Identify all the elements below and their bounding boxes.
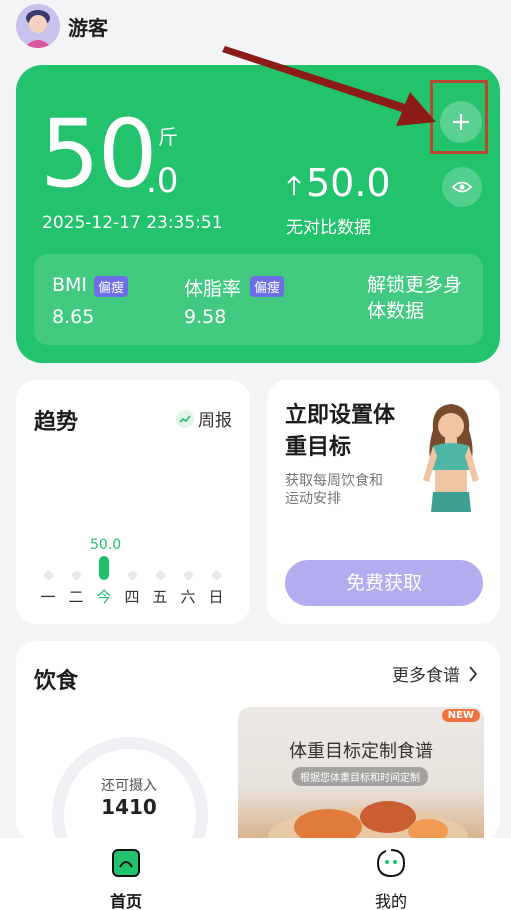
fitness-woman-illustration	[423, 404, 479, 512]
body-fat-label: 体脂率	[184, 278, 242, 300]
day-label: 五	[152, 588, 168, 606]
diet-card[interactable]: 饮食 更多食谱 还可摄入 1410 NEW 体重目标定制食谱 根据您体重目标和时…	[16, 641, 500, 893]
day-dot	[72, 571, 81, 580]
food-plate-illustration	[268, 801, 468, 841]
new-badge: NEW	[441, 709, 480, 722]
day-label: 二	[68, 588, 84, 606]
annotation-arrow	[222, 46, 436, 126]
day-label: 六	[180, 588, 196, 606]
custom-recipe-banner[interactable]: NEW 体重目标定制食谱 根据您体重目标和时间定制	[238, 707, 484, 841]
home-gauge-icon	[112, 849, 140, 877]
gauge-value: 1410	[101, 795, 157, 819]
goal-title: 立即设置体重目标	[285, 403, 396, 460]
nav-me[interactable]: 我的	[351, 848, 431, 910]
trend-card[interactable]: 趋势 周报 50.0 一 二 今 四 五 六 日	[16, 380, 250, 624]
body-fat-value: 9.58	[184, 306, 227, 328]
more-recipes-link[interactable]: 更多食谱	[392, 661, 478, 686]
day-dot	[156, 571, 165, 580]
weekly-report-link[interactable]: 周报	[176, 406, 232, 431]
recipe-banner-subtitle: 根据您体重目标和时间定制	[292, 767, 428, 786]
nav-me-label: 我的	[374, 892, 407, 910]
nav-home[interactable]: 首页	[86, 848, 166, 910]
day-label: 四	[124, 588, 140, 606]
goal-card[interactable]: 立即设置体重目标 获取每周饮食和运动安排 免费获取	[267, 380, 500, 624]
body-fat-badge: 偏瘦	[250, 276, 285, 297]
day-dot	[44, 571, 53, 580]
gauge-label: 还可摄入	[101, 778, 157, 794]
profile-face-icon	[376, 849, 406, 878]
day-label-today: 今	[96, 588, 112, 606]
weight-bar-today	[99, 556, 109, 580]
bottom-nav: 首页 我的	[0, 838, 511, 910]
day-dot	[212, 571, 221, 580]
day-label: 一	[40, 588, 56, 606]
day-dot	[128, 571, 137, 580]
day-dot	[184, 571, 193, 580]
weekly-report-label: 周报	[198, 411, 232, 431]
chart-icon	[176, 409, 194, 428]
bar-value-label: 50.0	[90, 537, 122, 553]
nav-home-label: 首页	[109, 892, 142, 910]
recipe-banner-title: 体重目标定制食谱	[289, 741, 433, 762]
bmi-value: 8.65	[52, 306, 95, 328]
free-get-button[interactable]: 免费获取	[285, 560, 483, 606]
metrics-panel[interactable]: BMI 偏瘦 8.65 体脂率 偏瘦 9.58 解锁更多身体数据	[34, 254, 483, 345]
bmi-label: BMI	[52, 274, 88, 296]
more-recipes-label: 更多食谱	[392, 666, 460, 686]
unlock-more-data[interactable]: 解锁更多身体数据	[367, 272, 467, 324]
chevron-right-icon	[469, 665, 478, 682]
bmi-badge: 偏瘦	[94, 276, 129, 297]
weight-timestamp: 2025-12-17 23:35:51	[42, 213, 223, 233]
goal-description: 获取每周饮食和运动安排	[285, 473, 383, 507]
compare-label: 无对比数据	[286, 218, 371, 238]
day-label: 日	[208, 588, 224, 606]
diet-title: 饮食	[34, 669, 79, 694]
trend-title: 趋势	[34, 410, 79, 435]
